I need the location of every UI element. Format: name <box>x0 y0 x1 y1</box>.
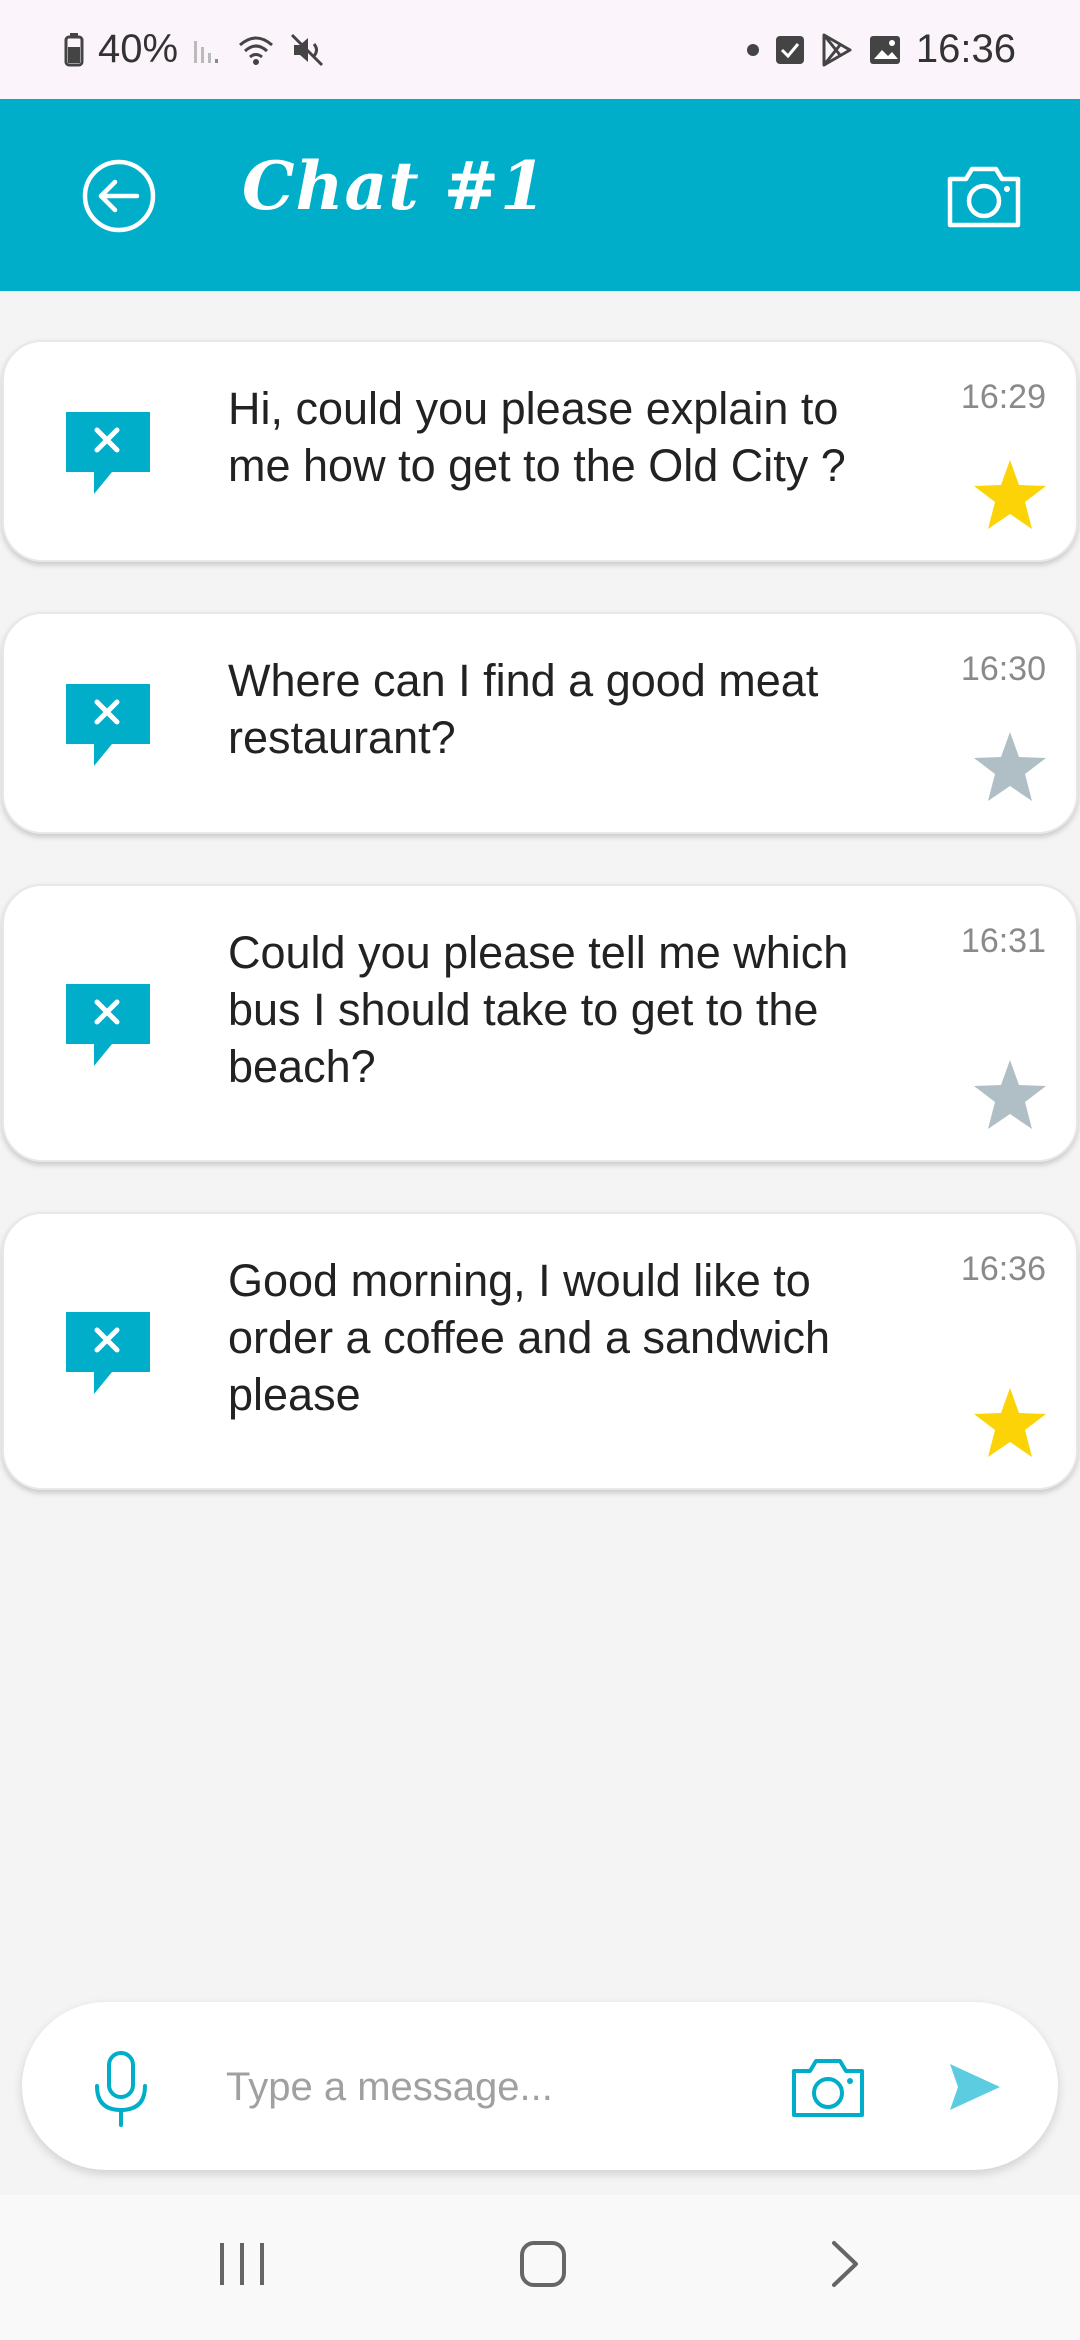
camera-icon[interactable] <box>790 2057 866 2119</box>
message-card[interactable]: Where can I find a good meat restaurant?… <box>2 612 1078 834</box>
mute-icon <box>291 33 324 66</box>
message-text: Where can I find a good meat restaurant? <box>228 655 819 763</box>
message-composer <box>22 2002 1058 2170</box>
header-camera-button[interactable] <box>944 161 1024 231</box>
message-time: 16:29 <box>960 378 1046 416</box>
app-header: Chat #1 <box>0 99 1080 291</box>
chat-bubble-x-icon <box>66 412 150 494</box>
back-button[interactable] <box>80 157 158 235</box>
message-text: Good morning, I would like to order a co… <box>228 1255 831 1420</box>
recent-apps-icon[interactable] <box>216 2237 268 2291</box>
play-store-icon <box>822 33 852 66</box>
chat-bubble-x-icon <box>66 684 150 766</box>
message-time: 16:36 <box>960 1250 1046 1288</box>
message-time: 16:31 <box>960 922 1046 960</box>
status-time: 16:36 <box>915 27 1016 71</box>
chat-bubble-x-icon <box>66 1312 150 1394</box>
checkbox-notification-icon <box>775 35 804 64</box>
star-icon[interactable] <box>972 730 1048 804</box>
message-card[interactable]: Good morning, I would like to order a co… <box>2 1212 1078 1490</box>
page-title: Chat #1 <box>242 147 547 225</box>
message-text: Hi, could you please explain to me how t… <box>228 383 846 491</box>
notification-dot-icon <box>746 43 759 56</box>
gallery-icon <box>869 35 900 64</box>
star-icon[interactable] <box>972 1058 1048 1132</box>
microphone-icon[interactable] <box>92 2050 150 2128</box>
camera-icon <box>947 166 1021 228</box>
message-card[interactable]: Could you please tell me which bus I sho… <box>2 884 1078 1162</box>
message-text: Could you please tell me which bus I sho… <box>228 927 849 1092</box>
wifi-icon <box>239 36 274 65</box>
battery-percent: 40% <box>98 27 179 71</box>
message-input[interactable] <box>226 2052 766 2122</box>
battery-icon <box>64 32 84 66</box>
star-icon[interactable] <box>972 458 1048 532</box>
status-left: 40% <box>64 27 324 72</box>
home-icon[interactable] <box>518 2237 568 2291</box>
system-nav-bar <box>0 2195 1080 2340</box>
send-icon[interactable] <box>948 2062 1002 2112</box>
message-time: 16:30 <box>960 650 1046 688</box>
status-right: 16:36 <box>746 27 1016 72</box>
chat-bubble-x-icon <box>66 984 150 1066</box>
back-arrow-icon <box>82 159 156 233</box>
signal-icon <box>194 40 219 63</box>
back-nav-icon[interactable] <box>826 2237 866 2291</box>
star-icon[interactable] <box>972 1386 1048 1460</box>
message-card[interactable]: Hi, could you please explain to me how t… <box>2 340 1078 562</box>
status-bar: 40% 16:36 <box>0 0 1080 99</box>
